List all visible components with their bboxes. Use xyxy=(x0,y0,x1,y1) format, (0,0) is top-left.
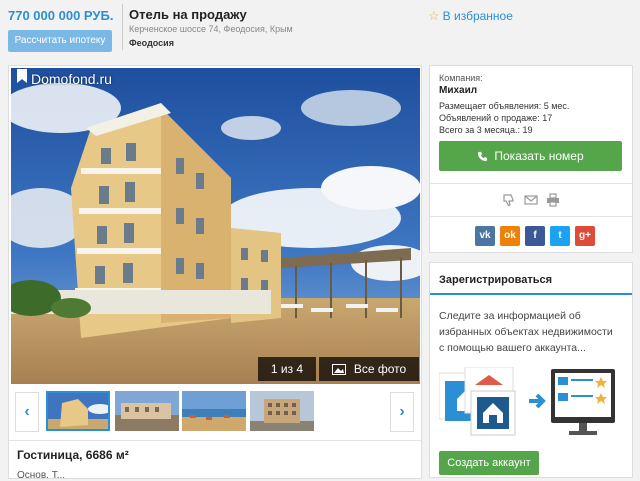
divider xyxy=(430,183,632,184)
thumbs-down-icon[interactable] xyxy=(502,193,516,207)
show-phone-button[interactable]: Показать номер xyxy=(439,141,622,171)
brand-watermark: Domofond.ru xyxy=(31,71,112,87)
listing-area-title: Гостиница, 6686 м² xyxy=(17,448,129,462)
photo-counter: 1 из 4 xyxy=(258,357,316,381)
thumbnail-3[interactable] xyxy=(182,391,246,431)
header-divider xyxy=(122,4,123,50)
register-panel: Зарегистрироваться Следите за информацие… xyxy=(429,262,633,478)
ok-share-icon[interactable]: ok xyxy=(500,226,520,246)
thumbnails-next-button[interactable]: › xyxy=(390,392,414,432)
create-account-button[interactable]: Создать аккаунт xyxy=(439,451,539,475)
all-photos-label: Все фото xyxy=(353,362,407,376)
city: Феодосия xyxy=(129,38,174,48)
thumbnail-image xyxy=(115,391,179,431)
mortgage-calculator-button[interactable]: Рассчитать ипотеку xyxy=(8,30,112,52)
thumbnail-image xyxy=(250,391,314,431)
facebook-share-icon[interactable]: f xyxy=(525,226,545,246)
thumbnail-1[interactable] xyxy=(46,391,110,431)
all-photos-button[interactable]: Все фото xyxy=(319,357,419,381)
price: 770 000 000 РУБ. xyxy=(8,8,114,23)
thumbnail-4[interactable] xyxy=(250,391,314,431)
thumbnails-prev-button[interactable]: ‹ xyxy=(15,392,39,432)
star-icon: ☆ xyxy=(428,8,440,23)
seller-name: Михаил xyxy=(439,85,478,96)
total-3-months: Всего за 3 месяца.: 19 xyxy=(439,125,533,135)
twitter-share-icon[interactable]: t xyxy=(550,226,570,246)
page-title: Отель на продажу xyxy=(129,7,247,22)
register-title-underline xyxy=(430,293,632,295)
google-plus-share-icon[interactable]: g+ xyxy=(575,226,595,246)
chevron-left-icon: ‹ xyxy=(24,403,30,420)
gallery-panel: Domofond.ru 1 из 4 Все фото ‹ › Гостиниц… xyxy=(8,65,422,481)
hotel-photo-image xyxy=(11,68,420,384)
envelope-icon[interactable] xyxy=(524,193,538,207)
thumbnail-2[interactable] xyxy=(115,391,179,431)
favorites-illustration xyxy=(439,367,615,436)
ads-for-sale: Объявлений о продаже: 17 xyxy=(439,113,553,123)
main-photo[interactable] xyxy=(11,68,420,384)
chevron-right-icon: › xyxy=(399,403,405,420)
register-description: Следите за информацией об избранных объе… xyxy=(439,310,613,354)
seller-panel: Компания: Михаил Размещает объявления: 5… xyxy=(429,65,633,253)
show-phone-label: Показать номер xyxy=(494,149,584,163)
vk-share-icon[interactable]: vk xyxy=(475,226,495,246)
favorite-label: В избранное xyxy=(442,9,513,23)
posting-since: Размещает объявления: 5 мес. xyxy=(439,101,570,111)
divider xyxy=(9,440,421,441)
divider xyxy=(430,216,632,217)
print-icon[interactable] xyxy=(546,193,560,207)
address: Керченское шоссе 74, Феодосия, Крым xyxy=(129,24,293,34)
company-label: Компания: xyxy=(439,73,483,83)
register-title: Зарегистрироваться xyxy=(439,274,553,286)
thumbnail-image xyxy=(182,391,246,431)
image-icon xyxy=(331,363,346,375)
thumbnail-image xyxy=(48,393,108,429)
phone-icon xyxy=(478,151,488,161)
favorite-button[interactable]: ☆ В избранное xyxy=(428,8,513,24)
